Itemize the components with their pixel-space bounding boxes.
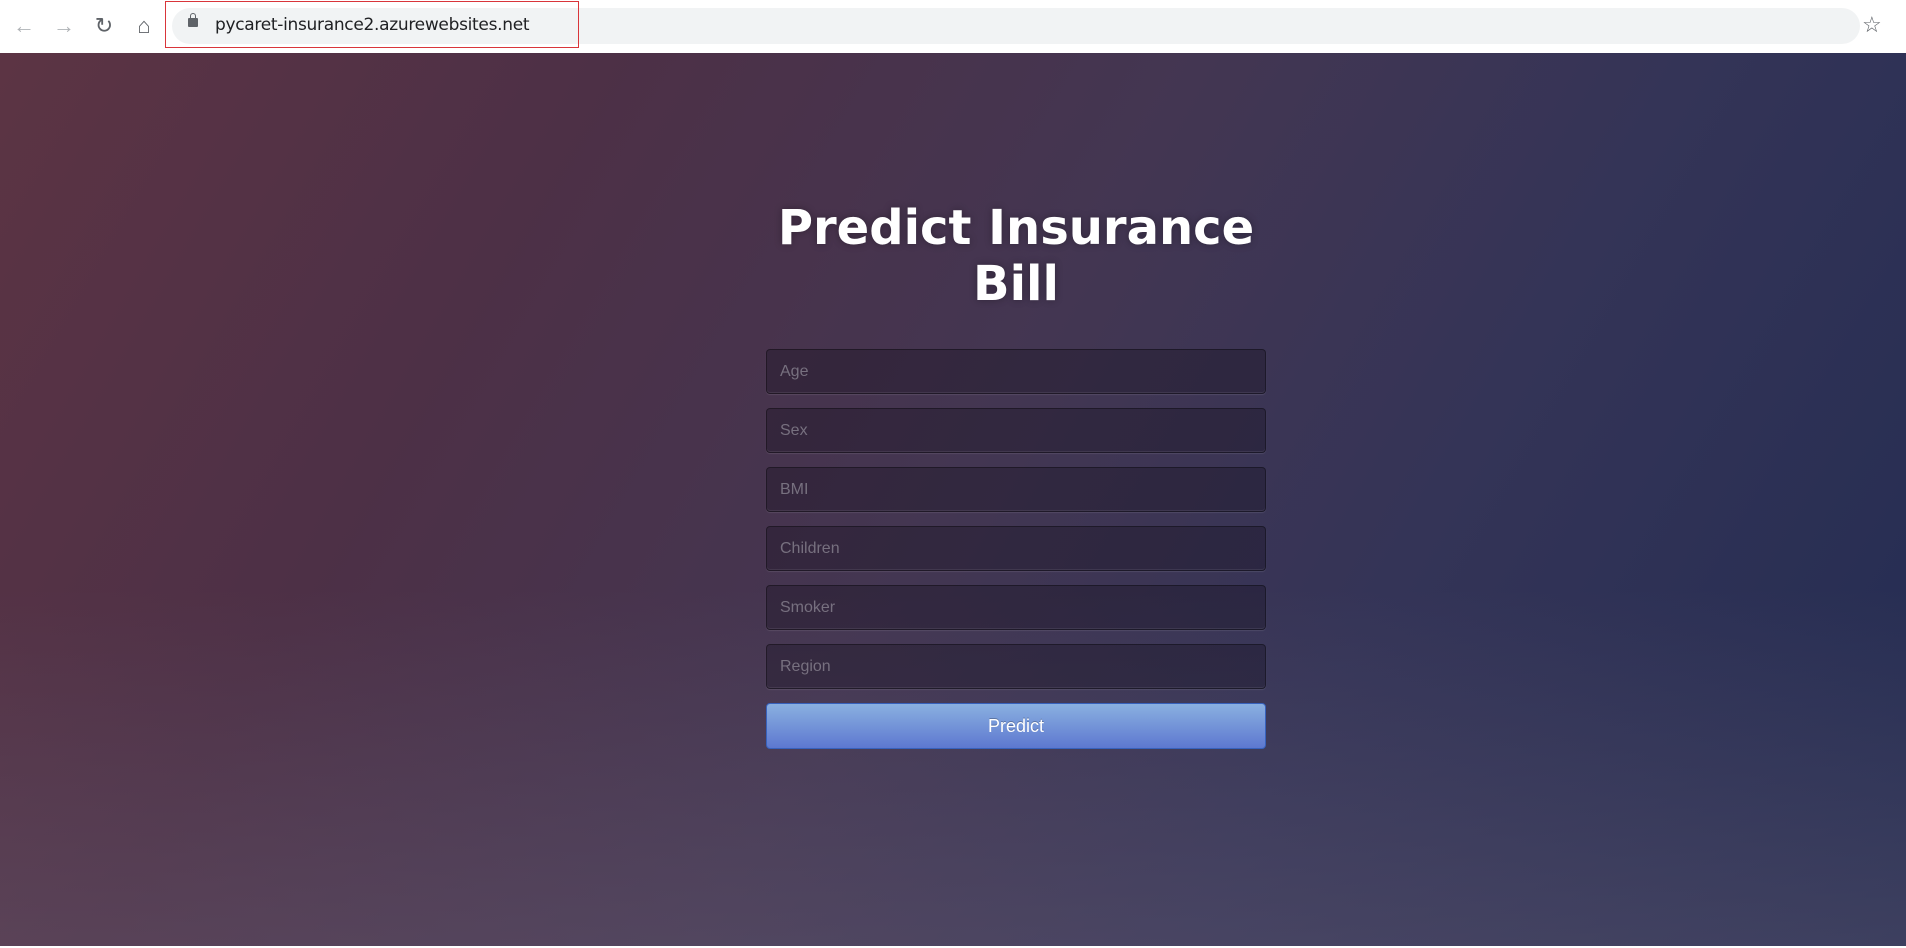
children-input[interactable] <box>766 526 1266 571</box>
star-icon[interactable]: ☆ <box>1862 12 1882 38</box>
home-icon[interactable]: ⌂ <box>130 12 158 40</box>
age-input[interactable] <box>766 349 1266 394</box>
smoker-input[interactable] <box>766 585 1266 630</box>
predict-button[interactable]: Predict <box>766 703 1266 749</box>
region-input[interactable] <box>766 644 1266 689</box>
bmi-input[interactable] <box>766 467 1266 512</box>
reload-icon[interactable]: ↻ <box>90 12 118 40</box>
back-arrow-icon[interactable]: ← <box>10 12 38 40</box>
forward-arrow-icon[interactable]: → <box>50 12 78 40</box>
page-title: Predict Insurance Bill <box>777 200 1255 312</box>
sex-input[interactable] <box>766 408 1266 453</box>
highlight-box <box>165 1 579 48</box>
browser-toolbar: ← → ↻ ⌂ pycaret-insurance2.azurewebsites… <box>0 0 1906 53</box>
